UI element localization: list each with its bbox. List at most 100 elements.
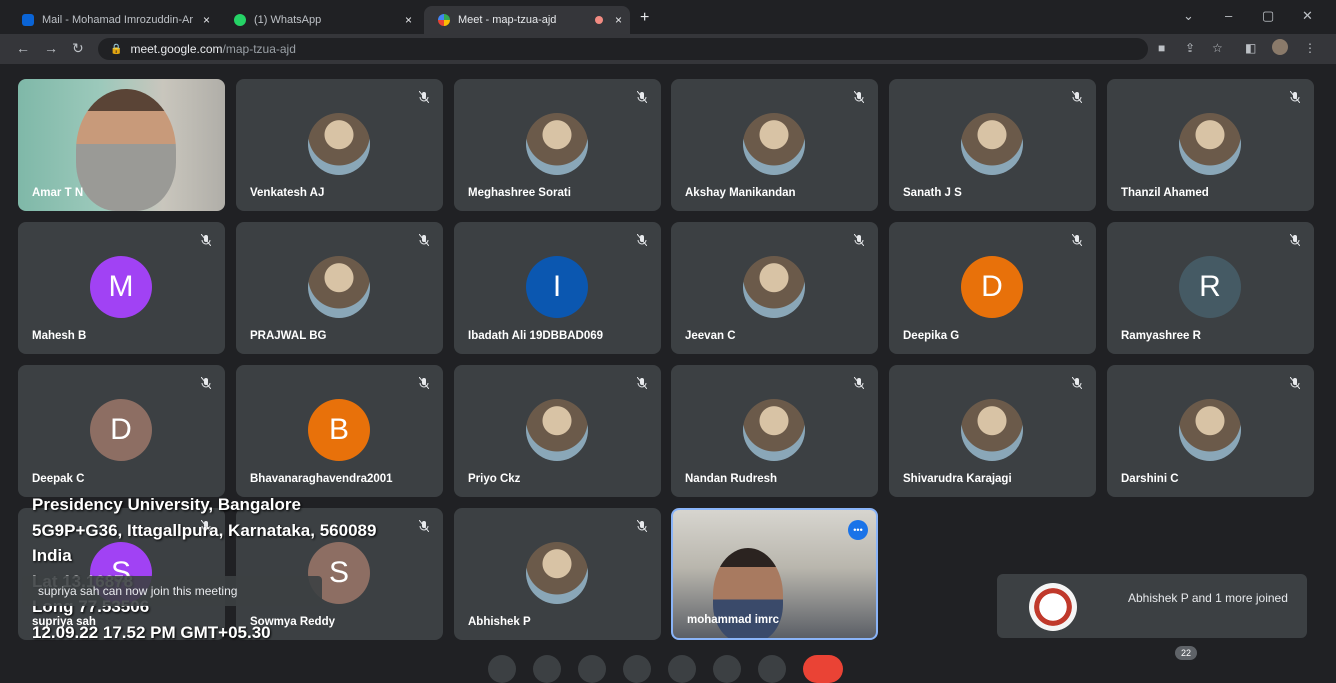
participant-tile[interactable]: I Ibadath Ali 19DBBAD069	[454, 222, 661, 354]
avatar	[743, 113, 805, 175]
participant-tile[interactable]: Abhishek P	[454, 508, 661, 640]
mic-off-icon	[853, 90, 865, 106]
mic-off-icon	[200, 233, 212, 249]
participant-tile[interactable]: Jeevan C	[671, 222, 878, 354]
tab-title: Meet - map-tzua-ajd	[458, 14, 557, 26]
avatar: M	[90, 256, 152, 318]
close-icon[interactable]: ×	[405, 13, 412, 27]
mic-off-icon	[1289, 90, 1301, 106]
participant-tile[interactable]: ••• mohammad imrc	[671, 508, 878, 640]
leave-call-button[interactable]	[803, 655, 843, 683]
participant-name: Nandan Rudresh	[685, 473, 778, 485]
avatar: R	[1179, 256, 1241, 318]
menu-icon[interactable]: ⋮	[1304, 41, 1316, 55]
forward-icon[interactable]: →	[44, 40, 58, 56]
camera-icon[interactable]: ■	[1158, 41, 1165, 55]
control-button[interactable]	[668, 655, 696, 683]
control-button[interactable]	[713, 655, 741, 683]
geo-address: 5G9P+G36, Ittagallpura, Karnataka, 56008…	[32, 520, 377, 540]
url-host: meet.google.com	[130, 42, 223, 56]
participant-tile[interactable]: PRAJWAL BG	[236, 222, 443, 354]
geo-timestamp: 12.09.22 17.52 PM GMT+05.30	[32, 622, 271, 642]
control-button[interactable]	[533, 655, 561, 683]
participant-tile[interactable]: Meghashree Sorati	[454, 79, 661, 211]
participant-tile[interactable]: Priyo Ckz	[454, 365, 661, 497]
avatar	[526, 542, 588, 604]
participant-tile[interactable]: Thanzil Ahamed	[1107, 79, 1314, 211]
participant-tile[interactable]: Sanath J S	[889, 79, 1096, 211]
participant-name: Amar T N	[32, 187, 84, 199]
participant-name: Meghashree Sorati	[468, 187, 571, 199]
participant-name: PRAJWAL BG	[250, 330, 327, 342]
participant-tile[interactable]: Akshay Manikandan	[671, 79, 878, 211]
tab-search-icon[interactable]: ⌄	[1183, 8, 1194, 24]
avatar: D	[90, 399, 152, 461]
close-window-button[interactable]: ✕	[1302, 8, 1313, 24]
join-toast: supriya sah can now join this meeting	[22, 576, 322, 606]
url-path: /map-tzua-ajd	[222, 42, 296, 56]
tab-meet[interactable]: Meet - map-tzua-ajd ×	[424, 6, 630, 34]
avatar	[308, 256, 370, 318]
participant-tile[interactable]: D Deepak C	[18, 365, 225, 497]
avatar: I	[526, 256, 588, 318]
control-button[interactable]	[488, 655, 516, 683]
restore-button[interactable]: ▢	[1262, 8, 1274, 24]
participant-name: Sanath J S	[903, 187, 962, 199]
participant-name: Venkatesh AJ	[250, 187, 325, 199]
control-button[interactable]	[623, 655, 651, 683]
share-icon[interactable]: ⇪	[1185, 41, 1195, 55]
participant-tile[interactable]: Amar T N	[18, 79, 225, 211]
mic-off-icon	[200, 376, 212, 392]
profile-avatar[interactable]	[1272, 39, 1288, 55]
close-icon[interactable]: ×	[615, 13, 622, 27]
mic-off-icon	[636, 519, 648, 535]
mic-off-icon	[636, 376, 648, 392]
participant-tile[interactable]: B Bhavanaraghavendra2001	[236, 365, 443, 497]
lock-icon: 🔒	[110, 43, 123, 55]
side-panel-icon[interactable]: ◧	[1245, 41, 1256, 55]
avatar	[1029, 583, 1077, 631]
participant-name: Darshini C	[1121, 473, 1179, 485]
participant-tile[interactable]: M Mahesh B	[18, 222, 225, 354]
participant-name: Akshay Manikandan	[685, 187, 796, 199]
participant-tile[interactable]: Venkatesh AJ	[236, 79, 443, 211]
joined-text: Abhishek P and 1 more joined	[1128, 591, 1288, 605]
control-button[interactable]	[758, 655, 786, 683]
participant-name: Bhavanaraghavendra2001	[250, 473, 393, 485]
mic-off-icon	[1071, 376, 1083, 392]
meet-icon	[438, 14, 450, 26]
address-bar[interactable]: 🔒 meet.google.com /map-tzua-ajd	[98, 38, 1148, 60]
participant-count-badge[interactable]: 22	[1175, 646, 1197, 660]
participant-tile[interactable]: R Ramyashree R	[1107, 222, 1314, 354]
new-tab-button[interactable]: +	[640, 9, 649, 27]
control-button[interactable]	[578, 655, 606, 683]
avatar: B	[308, 399, 370, 461]
mic-off-icon	[418, 90, 430, 106]
avatar	[1179, 113, 1241, 175]
tab-mail[interactable]: Mail - Mohamad Imrozuddin-Ar ×	[8, 6, 218, 34]
participant-tile[interactable]: Darshini C	[1107, 365, 1314, 497]
avatar	[1179, 399, 1241, 461]
back-icon[interactable]: ←	[16, 40, 30, 56]
mic-off-icon	[1071, 90, 1083, 106]
avatar: D	[961, 256, 1023, 318]
minimize-button[interactable]: –	[1225, 8, 1232, 23]
mic-off-icon	[636, 90, 648, 106]
joined-notification[interactable]: Abhishek P and 1 more joined	[997, 574, 1307, 638]
bookmark-star-icon[interactable]: ☆	[1212, 41, 1223, 55]
tab-title: Mail - Mohamad Imrozuddin-Ar	[42, 14, 193, 26]
participant-tile[interactable]: Shivarudra Karajagi	[889, 365, 1096, 497]
avatar	[743, 399, 805, 461]
reload-icon[interactable]: ↻	[72, 40, 84, 57]
avatar	[961, 399, 1023, 461]
participant-name: Deepika G	[903, 330, 960, 342]
participant-tile[interactable]: D Deepika G	[889, 222, 1096, 354]
tab-title: (1) WhatsApp	[254, 14, 322, 26]
avatar	[743, 256, 805, 318]
close-icon[interactable]: ×	[203, 13, 210, 27]
participant-tile[interactable]: Nandan Rudresh	[671, 365, 878, 497]
tab-whatsapp[interactable]: (1) WhatsApp ×	[220, 6, 420, 34]
avatar	[526, 399, 588, 461]
geotag-overlay: Presidency University, Bangalore 5G9P+G3…	[32, 492, 376, 645]
mic-off-icon	[1071, 233, 1083, 249]
